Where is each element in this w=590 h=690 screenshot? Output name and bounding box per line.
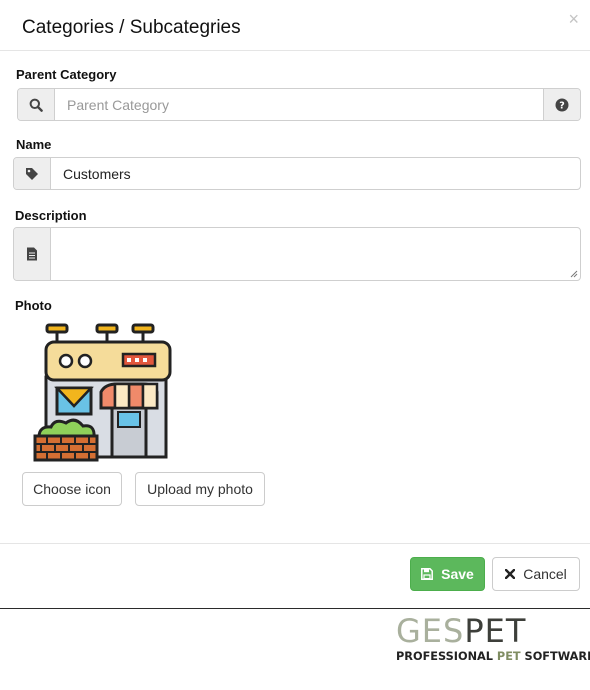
svg-text:?: ? — [559, 100, 565, 111]
floppy-disk-icon — [421, 568, 434, 580]
question-circle-icon[interactable]: ? — [543, 89, 580, 120]
close-icon[interactable]: × — [568, 10, 579, 28]
parent-category-group: Parent Category ? — [17, 88, 581, 121]
pet-shop-storefront-icon — [33, 323, 172, 462]
name-input[interactable]: Customers — [51, 158, 580, 189]
cancel-button[interactable]: Cancel — [492, 557, 580, 591]
modal-header: Categories / Subcategries × — [0, 0, 590, 51]
parent-category-label: Parent Category — [16, 67, 117, 82]
file-text-icon — [14, 228, 51, 280]
photo-label: Photo — [15, 298, 52, 313]
tag-icon — [14, 158, 51, 189]
logo-name: GESPET — [396, 612, 527, 650]
x-icon — [505, 569, 516, 579]
name-group: Customers — [13, 157, 581, 190]
logo-tagline: PROFESSIONAL PET SOFTWARE — [396, 650, 590, 663]
description-group — [13, 227, 581, 281]
resize-handle-icon[interactable] — [570, 270, 578, 278]
footer-divider — [0, 543, 590, 544]
parent-category-input[interactable]: Parent Category — [55, 89, 543, 120]
save-button[interactable]: Save — [410, 557, 485, 591]
modal-title: Categories / Subcategries — [22, 17, 241, 38]
choose-icon-button[interactable]: Choose icon — [22, 472, 122, 506]
name-label: Name — [16, 137, 52, 152]
description-textarea[interactable] — [51, 228, 580, 280]
gespet-logo: GESPET PROFESSIONAL PET SOFTWARE — [396, 612, 590, 667]
description-label: Description — [15, 208, 87, 223]
category-modal: Categories / Subcategries × Parent Categ… — [0, 0, 590, 609]
search-icon — [18, 89, 55, 120]
upload-photo-button[interactable]: Upload my photo — [135, 472, 265, 506]
